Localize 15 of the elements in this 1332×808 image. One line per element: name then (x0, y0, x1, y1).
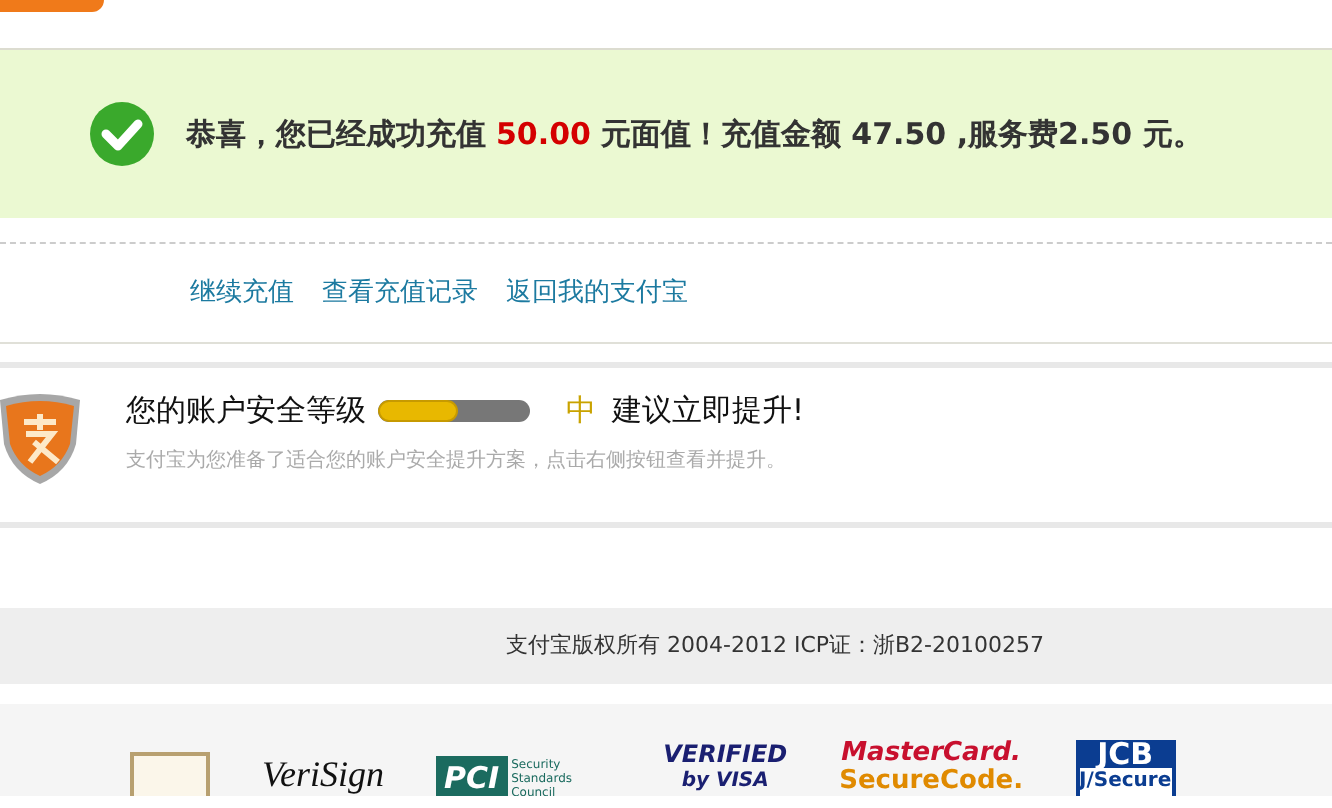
success-message: 恭喜，您已经成功充值 50.00 元面值！充值金额 47.50 ,服务费2.50 元。 (186, 113, 1203, 156)
visa-logo: VERIFIED by VISA (663, 740, 788, 796)
security-grade: 中 (566, 390, 596, 432)
nav-link[interactable]: 继续充值 (190, 273, 294, 313)
check-icon (90, 102, 154, 166)
verisign-logo: VeriSign (262, 752, 384, 796)
security-advice: 建议立即提升! (612, 390, 805, 432)
copyright-text: 支付宝版权所有 2004-2012 ICP证：浙B2-20100257 (506, 629, 1045, 662)
nav-link[interactable]: 返回我的支付宝 (506, 273, 688, 313)
shield-icon (0, 392, 80, 484)
jcb-logo: JCB J/Secure (1075, 740, 1176, 796)
nav-link[interactable]: 查看充值记录 (322, 273, 478, 313)
mastercard-logo: MasterCard. SecureCode. (839, 740, 1024, 796)
security-level-label: 您的账户安全等级 (126, 390, 366, 432)
security-note: 支付宝为您准备了适合您的账户安全提升方案，点击右侧按钮查看并提升。 (126, 447, 788, 475)
